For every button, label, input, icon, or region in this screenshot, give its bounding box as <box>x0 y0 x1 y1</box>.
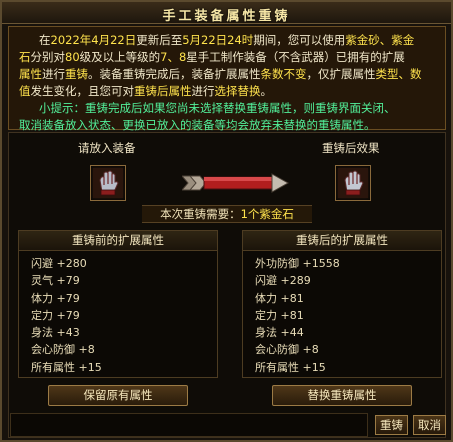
after-attributes-header: 重铸后的扩展属性 <box>243 231 441 251</box>
cost-amount: 1个紫金石 <box>240 207 294 221</box>
before-attributes-box: 重铸前的扩展属性 闪避 +280 灵气 +79 体力 +79 定力 +79 身法… <box>18 230 218 378</box>
bottom-area <box>10 413 368 437</box>
input-slot-label: 请放入装备 <box>78 141 136 155</box>
notice-line-1: 在2022年4月22日更新后至5月22日24时期间，您可以使用紫金砂、紫金 <box>19 32 435 49</box>
notice-highlight: 紫金砂、紫金 <box>345 33 415 47</box>
notice-highlight: 值 <box>19 84 31 98</box>
attribute-row: 闪避 +289 <box>255 274 311 288</box>
notice-text: 星手工制作装备（不含武器）已拥有的扩展 <box>186 50 405 64</box>
tip-text: 小提示：重铸完成后如果您尚未选择替换重铸属性，则重铸界面关闭、 <box>39 101 396 115</box>
cost-label: 本次重铸需要： <box>160 207 241 221</box>
notice-highlight: 80 <box>65 50 80 64</box>
attribute-row: 灵气 +79 <box>31 274 80 288</box>
attribute-row: 所有属性 +15 <box>255 360 326 374</box>
notice-highlight: 条数不变 <box>260 67 307 81</box>
attribute-row: 所有属性 +15 <box>31 360 102 374</box>
notice-highlight: 石 <box>19 50 31 64</box>
notice-text: 进行 <box>42 67 65 81</box>
tip-line-1: 小提示：重铸完成后如果您尚未选择替换重铸属性，则重铸界面关闭、 <box>19 100 435 117</box>
notice-line-2: 石分别对80级及以上等级的7、8星手工制作装备（不含武器）已拥有的扩展 <box>19 49 435 66</box>
after-attributes-box: 重铸后的扩展属性 外功防御 +1558 闪避 +289 体力 +81 定力 +8… <box>242 230 442 378</box>
attribute-row: 会心防御 +8 <box>255 343 319 357</box>
notice-line-4: 值发生变化，且您可对重铸后属性进行选择替换。 <box>19 83 435 100</box>
attribute-row: 身法 +43 <box>31 326 80 340</box>
attribute-row: 定力 +81 <box>255 308 304 322</box>
reforge-window: 手工装备属性重铸 在2022年4月22日更新后至5月22日24时期间，您可以使用… <box>0 0 453 442</box>
notice-text: 更新后至 <box>136 33 183 47</box>
attribute-row: 定力 +79 <box>31 308 80 322</box>
notice-text: 进行 <box>191 84 215 98</box>
gauntlet-icon <box>338 168 368 198</box>
cancel-button[interactable]: 取消 <box>413 415 446 435</box>
result-slot-label: 重铸后效果 <box>322 141 380 155</box>
before-attributes-header: 重铸前的扩展属性 <box>19 231 217 251</box>
attribute-row: 闪避 +280 <box>31 257 87 270</box>
notice-text: 发生变化，且您可对 <box>30 84 135 98</box>
notice-text: ，仅扩展属性 <box>306 67 376 81</box>
equipment-result-slot <box>335 165 371 201</box>
notice-highlight: 7、8 <box>160 50 187 64</box>
equipment-input-slot[interactable] <box>90 165 126 201</box>
attribute-row: 身法 +44 <box>255 326 304 340</box>
notice-line-3: 属性进行重铸。装备重铸完成后，装备扩展属性条数不变，仅扩展属性类型、数 <box>19 66 435 83</box>
notice-text: 。 <box>260 84 273 98</box>
reforge-button[interactable]: 重铸 <box>375 415 408 435</box>
keep-attributes-button[interactable]: 保留原有属性 <box>48 385 188 406</box>
notice-text: 。装备重铸完成后，装备扩展属性 <box>88 67 261 81</box>
reforge-arrow-icon <box>182 173 290 193</box>
window-title: 手工装备属性重铸 <box>162 9 291 24</box>
replace-attributes-button[interactable]: 替换重铸属性 <box>272 385 412 406</box>
notice-highlight: 2022年4月22日 <box>50 33 137 47</box>
notice-text: 分别对 <box>30 50 66 64</box>
attribute-row: 体力 +81 <box>255 291 304 305</box>
gauntlet-icon <box>93 168 123 198</box>
notice-text: 级及以上等级的 <box>79 50 161 64</box>
after-attributes-list: 外功防御 +1558 闪避 +289 体力 +81 定力 +81 身法 +44 … <box>243 251 441 376</box>
attribute-row: 体力 +79 <box>31 291 80 305</box>
notice-highlight: 属性 <box>19 67 42 81</box>
before-attributes-list: 闪避 +280 灵气 +79 体力 +79 定力 +79 身法 +43 会心防御… <box>19 251 217 376</box>
attribute-row: 会心防御 +8 <box>31 343 95 357</box>
notice-text: 期间，您可以使用 <box>253 33 346 47</box>
notice-highlight: 重铸 <box>65 67 88 81</box>
reforge-cost: 本次重铸需要：1个紫金石 <box>142 205 312 223</box>
notice-highlight: 选择替换 <box>214 84 261 98</box>
attribute-row: 外功防御 +1558 <box>255 257 340 270</box>
notice-highlight: 5月22日24时 <box>182 33 254 47</box>
notice-text: 在 <box>39 33 51 47</box>
notice-highlight: 重铸后属性 <box>134 84 192 98</box>
notice-box: 在2022年4月22日更新后至5月22日24时期间，您可以使用紫金砂、紫金 石分… <box>8 26 446 132</box>
title-bar[interactable]: 手工装备属性重铸 <box>2 2 451 24</box>
notice-highlight: 类型、数 <box>375 67 422 81</box>
